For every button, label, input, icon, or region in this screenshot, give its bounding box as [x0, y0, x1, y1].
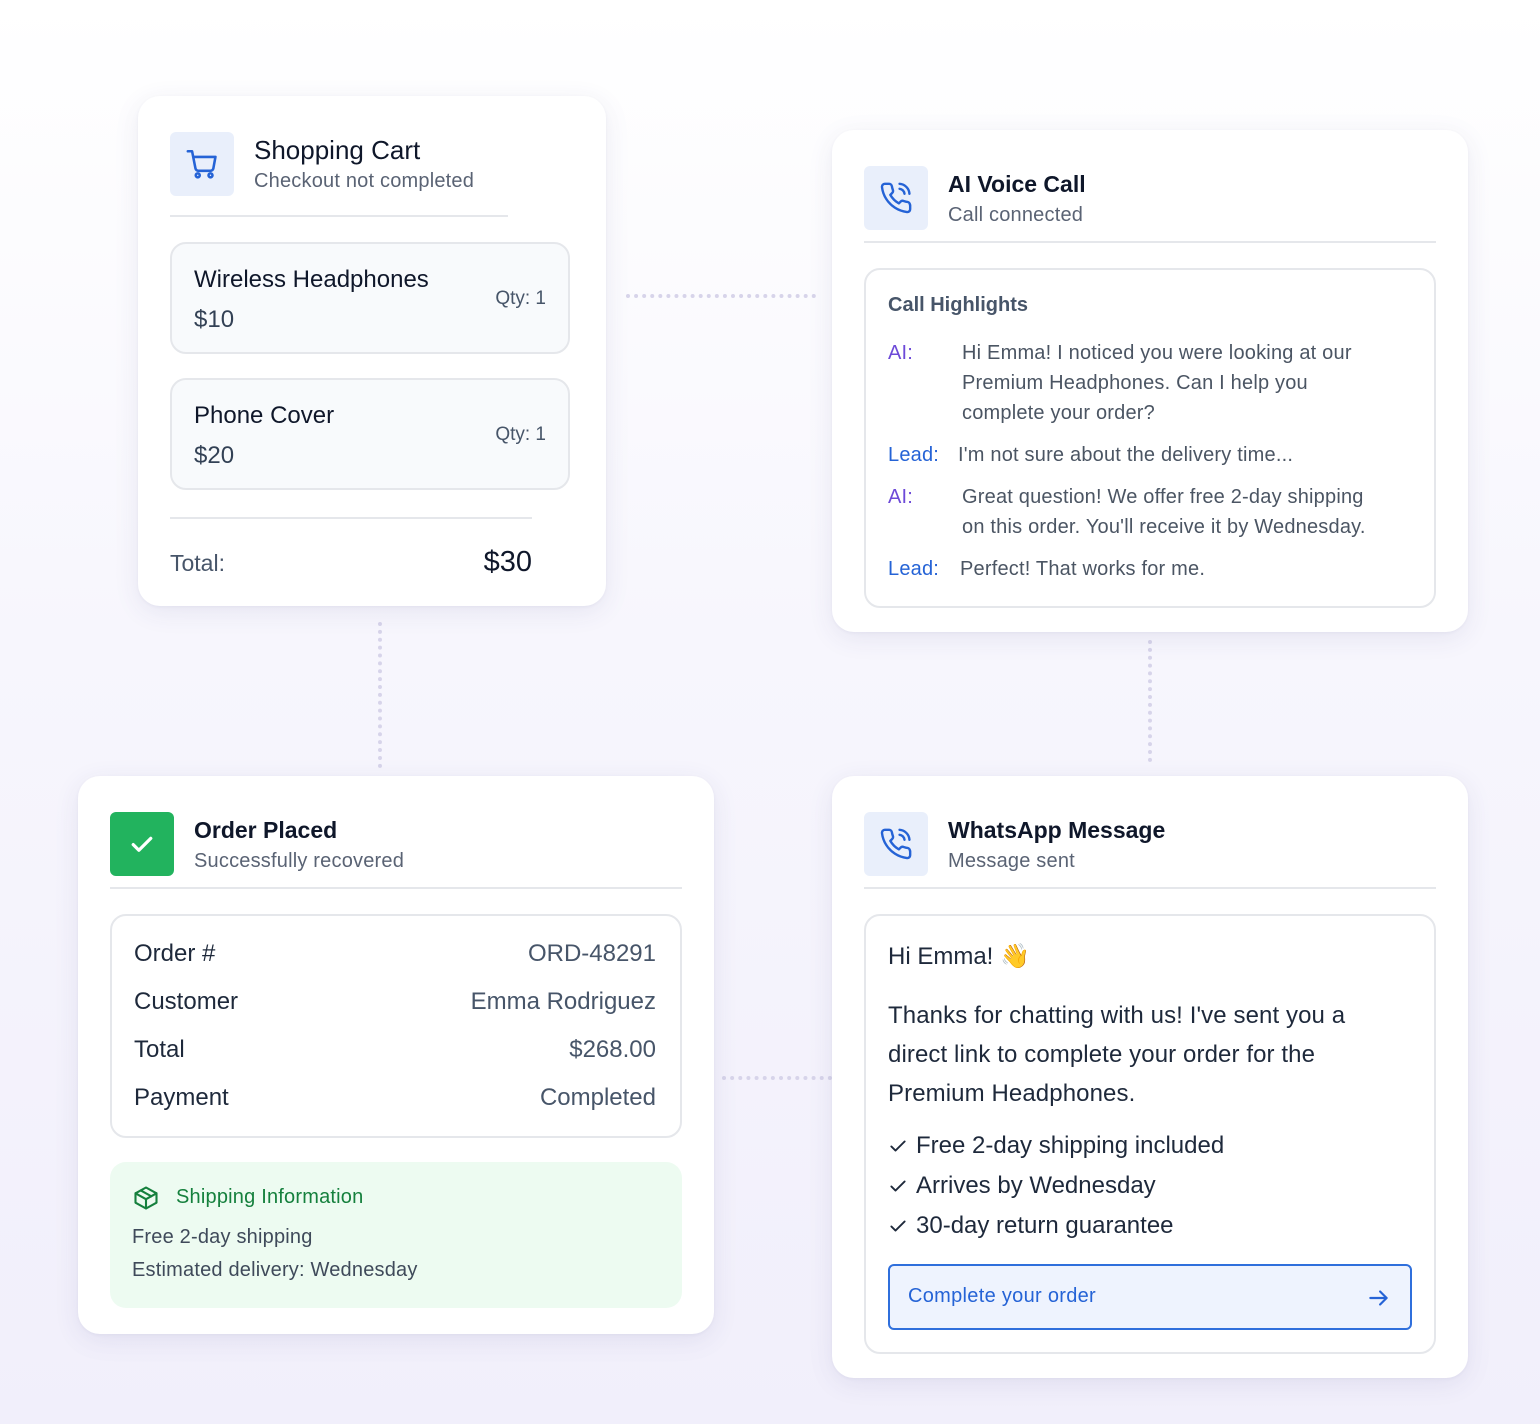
cart-item-price: $10 [194, 306, 235, 333]
call-header: AI Voice Call Call connected [864, 166, 1086, 230]
arrow-right-icon [1366, 1285, 1392, 1316]
whatsapp-title: WhatsApp Message [948, 817, 1166, 843]
order-details-panel: Order # ORD-48291 Customer Emma Rodrigue… [110, 914, 682, 1138]
check-list-item: 30-day return guarantee [888, 1212, 1174, 1240]
cart-item-name: Phone Cover [194, 402, 335, 429]
check-list-label: 30-day return guarantee [916, 1212, 1174, 1239]
order-row: Order # ORD-48291 [134, 940, 656, 970]
cart-total-value: $30 [483, 546, 532, 578]
shipping-line: Estimated delivery: Wednesday [132, 1259, 418, 1281]
cart-subtitle: Checkout not completed [254, 170, 475, 192]
cart-header: Shopping Cart Checkout not completed [170, 132, 474, 196]
cart-item[interactable]: Wireless Headphones $10 Qty: 1 [170, 242, 570, 354]
shipping-line: Free 2-day shipping [132, 1226, 313, 1248]
phone-call-icon [864, 812, 928, 876]
cart-item-name: Wireless Headphones [194, 266, 429, 293]
call-highlights-title: Call Highlights [888, 294, 1028, 316]
order-row: Customer Emma Rodriguez [134, 988, 656, 1018]
speaker-label: Lead: [888, 444, 940, 466]
cart-title: Shopping Cart [254, 135, 421, 165]
cart-total-divider [170, 517, 532, 519]
message-body: Thanks for chatting with us! I've sent y… [888, 996, 1408, 1113]
shopping-cart-icon [170, 132, 234, 196]
message-line: Premium Headphones. [888, 1080, 1136, 1107]
cart-item-price: $20 [194, 442, 235, 469]
call-message-ai: AI: Great question! We offer free 2-day … [888, 482, 1418, 542]
complete-order-button[interactable]: Complete your order [888, 1264, 1412, 1330]
call-message-lead: Lead: Perfect! That works for me. [888, 554, 1418, 584]
order-row-value: $268.00 [569, 1036, 656, 1063]
shopping-cart-card: Shopping Cart Checkout not completed Wir… [138, 96, 606, 606]
cart-total-label: Total: [170, 550, 225, 576]
message-line: on this order. You'll receive it by Wedn… [962, 516, 1366, 538]
shipping-info-panel: Shipping Information Free 2-day shipping… [110, 1162, 682, 1308]
whatsapp-divider [864, 887, 1436, 889]
call-divider [864, 241, 1436, 243]
cart-item-qty: Qty: 1 [495, 424, 546, 445]
checkmark-icon [890, 1140, 906, 1152]
phone-call-icon [864, 166, 928, 230]
message-line: Premium Headphones. Can I help you [962, 372, 1308, 394]
whatsapp-message-card: WhatsApp Message Message sent Hi Emma! 👋… [832, 776, 1468, 1378]
call-subtitle: Call connected [948, 204, 1084, 226]
whatsapp-header: WhatsApp Message Message sent [864, 812, 1165, 876]
order-row-value: ORD-48291 [527, 940, 656, 967]
order-title: Order Placed [194, 817, 338, 843]
order-row-label: Total [134, 1036, 185, 1063]
connector-order-whatsapp [722, 1076, 832, 1080]
check-list-item: Arrives by Wednesday [888, 1172, 1156, 1200]
speaker-label: AI: [888, 342, 914, 364]
speaker-label: AI: [888, 486, 914, 508]
order-row-label: Customer [134, 988, 239, 1015]
order-divider [110, 887, 682, 889]
connector-cart-order [378, 622, 382, 768]
cart-item[interactable]: Phone Cover $20 Qty: 1 [170, 378, 570, 490]
check-list-item: Free 2-day shipping included [888, 1132, 1224, 1160]
order-header: Order Placed Successfully recovered [110, 812, 404, 876]
order-row-label: Order # [134, 940, 216, 967]
order-row-label: Payment [134, 1084, 229, 1111]
message-line: Perfect! That works for me. [960, 558, 1206, 580]
call-title: AI Voice Call [948, 171, 1086, 197]
message-line: direct link to complete your order for t… [888, 1041, 1316, 1068]
cart-item-qty: Qty: 1 [495, 288, 546, 309]
speaker-label: Lead: [888, 558, 940, 580]
message-line: Thanks for chatting with us! I've sent y… [888, 1002, 1346, 1029]
check-icon [110, 812, 174, 876]
message-line: complete your order? [962, 402, 1155, 424]
order-subtitle: Successfully recovered [194, 850, 405, 872]
order-row-value: Emma Rodriguez [470, 988, 656, 1015]
order-row: Payment Completed [134, 1084, 656, 1114]
complete-order-label: Complete your order [908, 1285, 1097, 1307]
package-icon [132, 1184, 160, 1217]
whatsapp-subtitle: Message sent [948, 850, 1075, 872]
message-line: Hi Emma! I noticed you were looking at o… [962, 342, 1352, 364]
shipping-title: Shipping Information [176, 1186, 364, 1208]
checkmark-icon [890, 1180, 906, 1192]
call-message-lead: Lead: I'm not sure about the delivery ti… [888, 440, 1418, 470]
call-message-ai: AI: Hi Emma! I noticed you were looking … [888, 338, 1418, 428]
order-row-value: Completed [539, 1084, 656, 1111]
check-list-label: Free 2-day shipping included [916, 1132, 1225, 1159]
order-row: Total $268.00 [134, 1036, 656, 1066]
message-line: Great question! We offer free 2-day ship… [962, 486, 1364, 508]
cart-divider [170, 215, 508, 217]
order-placed-card: Order Placed Successfully recovered Orde… [78, 776, 714, 1334]
check-list-label: Arrives by Wednesday [916, 1172, 1156, 1199]
whatsapp-message-bubble: Hi Emma! 👋 Thanks for chatting with us! … [864, 914, 1436, 1354]
call-highlights-panel: Call Highlights AI: Hi Emma! I noticed y… [864, 268, 1436, 608]
connector-cart-call [626, 294, 816, 298]
message-line: I'm not sure about the delivery time... [958, 444, 1294, 466]
checkmark-icon [890, 1220, 906, 1232]
ai-voice-call-card: AI Voice Call Call connected Call Highli… [832, 130, 1468, 632]
connector-call-whatsapp [1148, 640, 1152, 762]
message-greeting: Hi Emma! 👋 [888, 943, 1030, 970]
